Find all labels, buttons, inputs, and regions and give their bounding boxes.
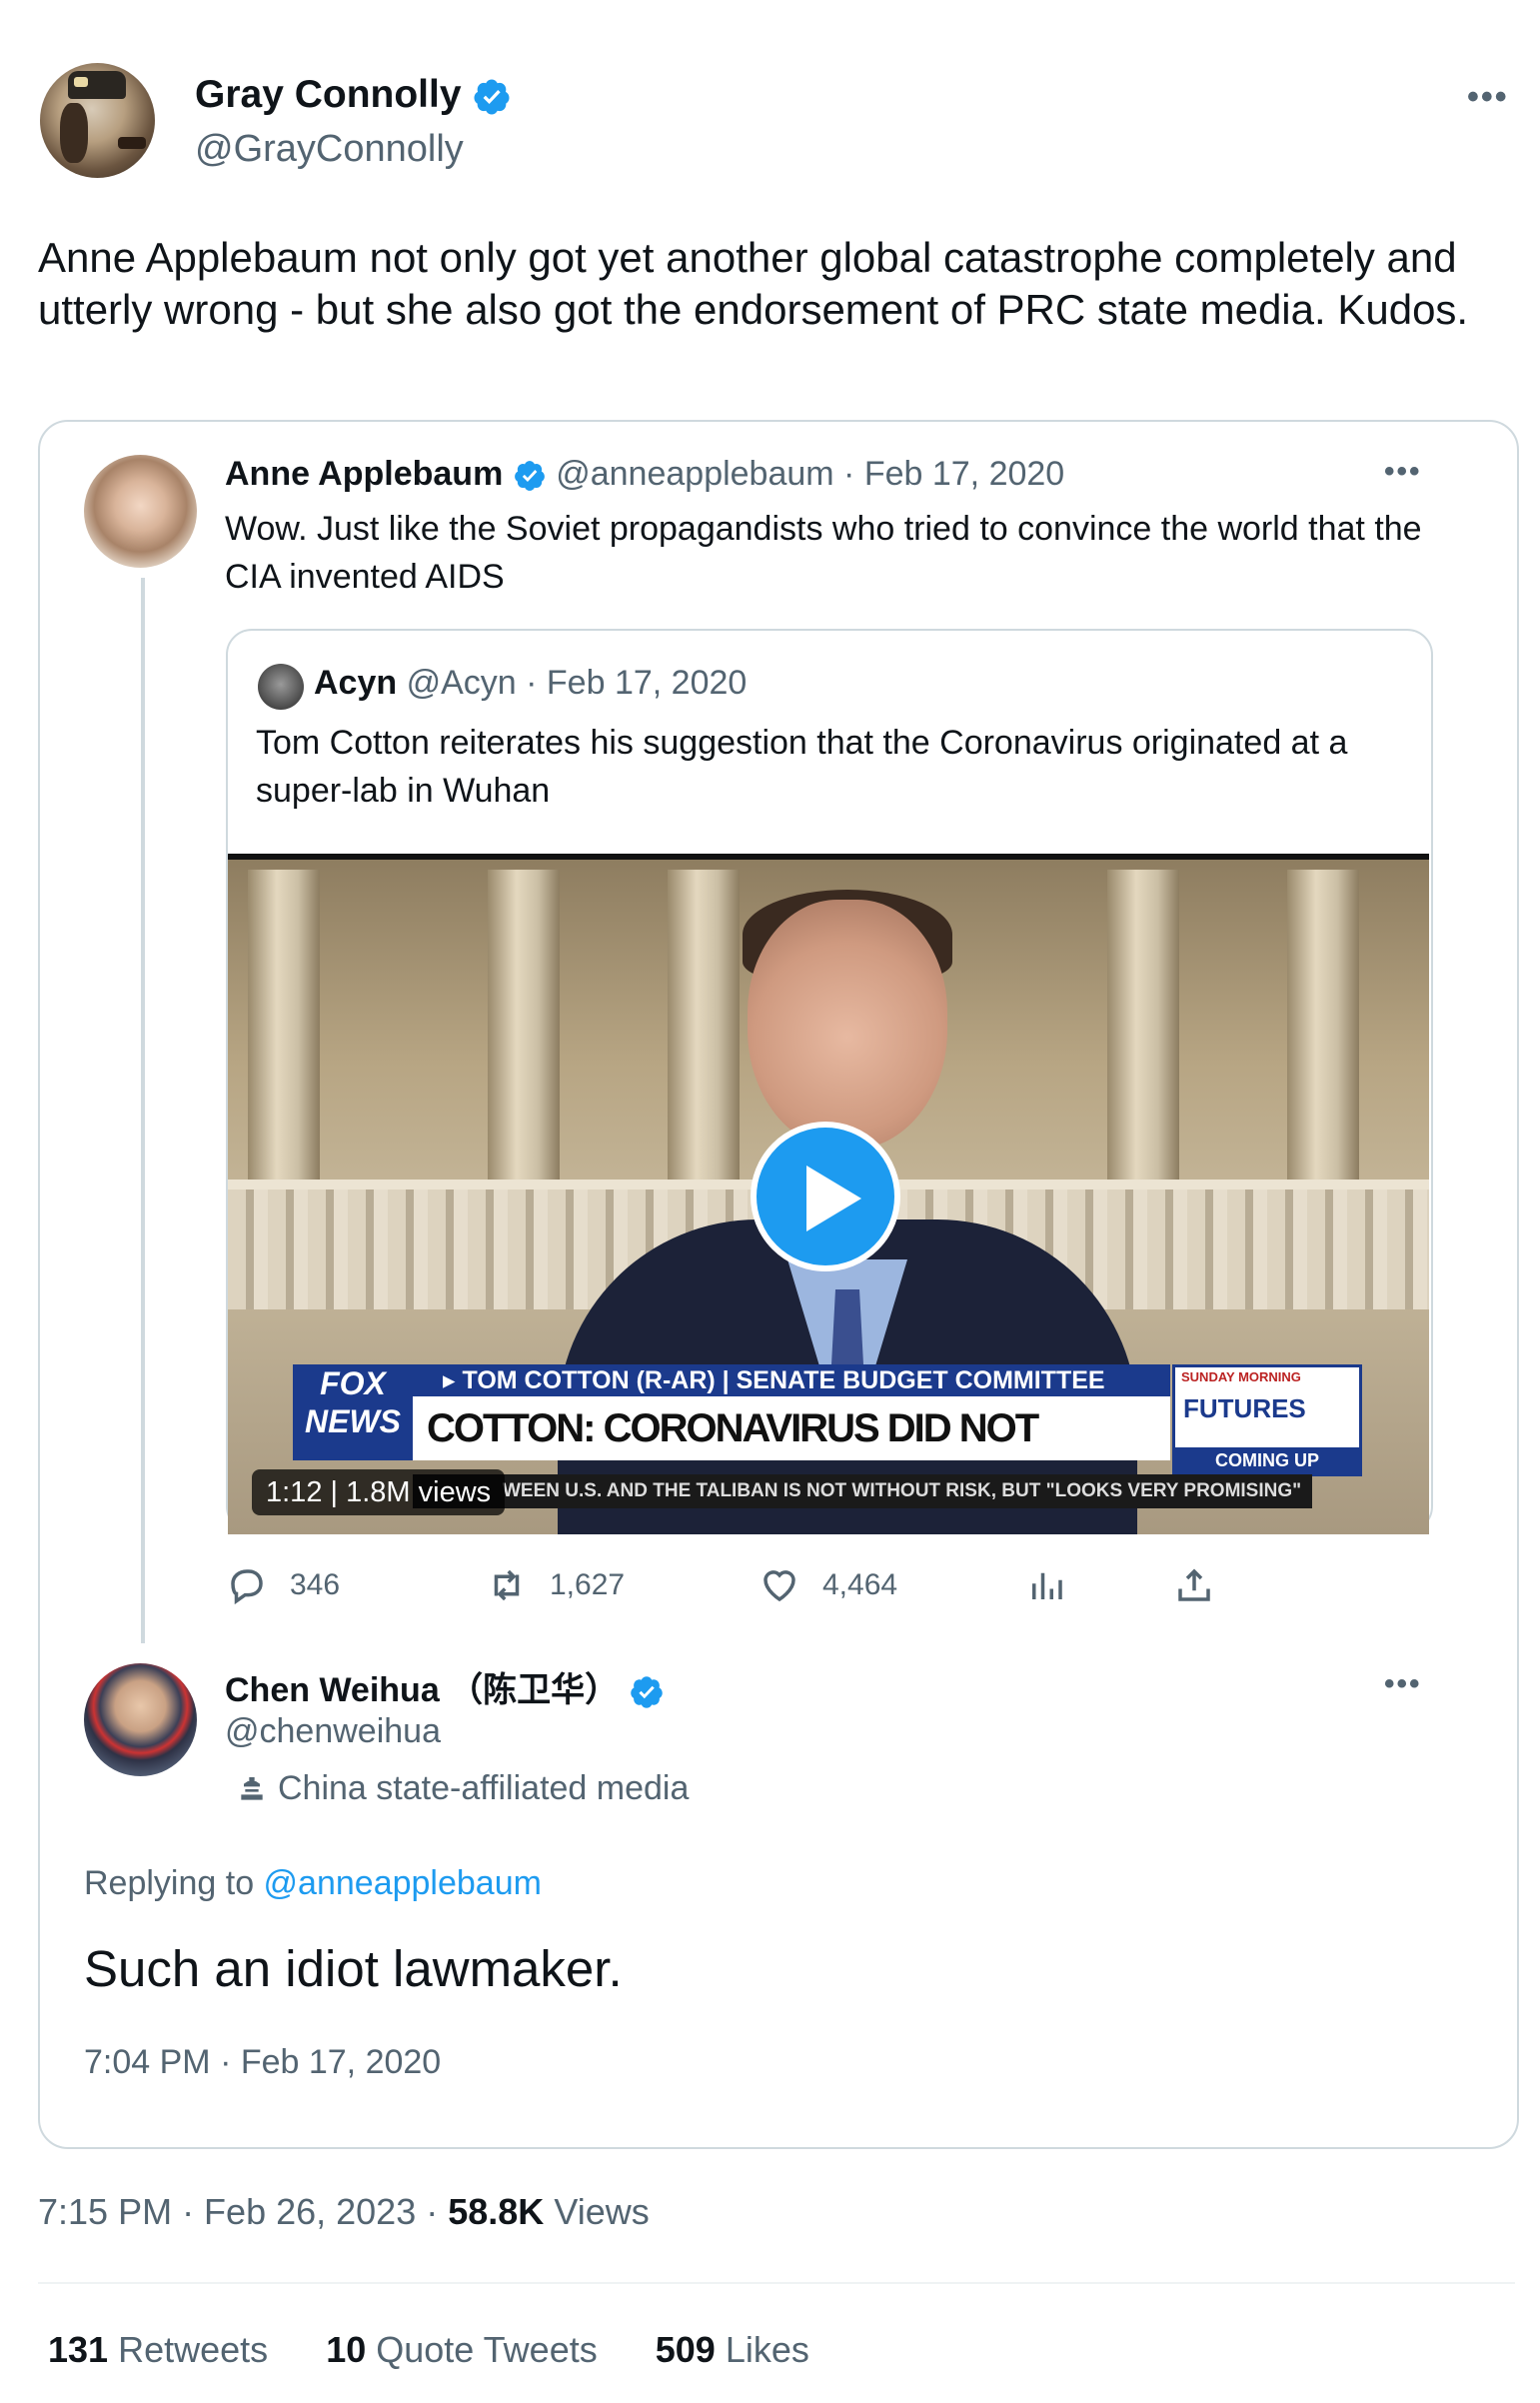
- chen-name-row[interactable]: Chen Weihua （陈卫华）: [225, 1662, 665, 1711]
- share-button[interactable]: [1173, 1564, 1215, 1606]
- tweet-text: Anne Applebaum not only got yet another …: [38, 234, 1469, 333]
- video-player[interactable]: FOX NEWS ▸ TOM COTTON (R-AR) | SENATE BU…: [228, 854, 1429, 1534]
- author-avatar[interactable]: [40, 63, 155, 178]
- chen-handle[interactable]: @chenweihua: [225, 1712, 441, 1751]
- chen-name[interactable]: Chen Weihua （陈卫华）: [225, 1671, 619, 1709]
- thread-connector: [141, 578, 145, 1643]
- replying-to: Replying to @anneapplebaum: [84, 1864, 542, 1902]
- chen-text: Such an idiot lawmaker.: [84, 1940, 623, 1997]
- chen-timestamp[interactable]: 7:04 PM · Feb 17, 2020: [84, 2043, 441, 2082]
- verified-badge-icon: [630, 1676, 663, 1708]
- applebaum-header[interactable]: Anne Applebaum @anneapplebaum · Feb 17, …: [225, 455, 1064, 494]
- retweet-icon: [494, 1569, 520, 1601]
- applebaum-text: Wow. Just like the Soviet propagandists …: [225, 510, 1422, 596]
- divider: [38, 2282, 1515, 2284]
- more-options-icon[interactable]: •••: [1384, 1667, 1422, 1701]
- acyn-meta[interactable]: @Acyn · Feb 17, 2020: [407, 664, 748, 702]
- analytics-icon: [1032, 1572, 1062, 1599]
- author-handle[interactable]: @GrayConnolly: [195, 128, 464, 171]
- tweet-actions: 346 1,627 4,464: [226, 1564, 1225, 1614]
- chen-avatar[interactable]: [84, 1663, 197, 1776]
- views-count: 58.8K: [448, 2191, 545, 2232]
- applebaum-meta[interactable]: @anneapplebaum · Feb 17, 2020: [556, 455, 1064, 493]
- retweets-stat[interactable]: 131 Retweets: [48, 2329, 268, 2370]
- video-duration-badge: 1:12 | 1.8M views: [252, 1469, 506, 1515]
- more-options-icon[interactable]: •••: [1467, 78, 1509, 117]
- chyron-main: COTTON: CORONAVIRUS DID NOT ORIGINATE IN…: [413, 1396, 1170, 1514]
- analytics-button[interactable]: [1025, 1564, 1067, 1606]
- applebaum-avatar[interactable]: [84, 455, 197, 568]
- share-icon: [1178, 1568, 1210, 1601]
- applebaum-name[interactable]: Anne Applebaum: [225, 455, 503, 493]
- views-label: Views: [554, 2191, 650, 2232]
- news-ticker: WEEN U.S. AND THE TALIBAN IS NOT WITHOUT…: [413, 1474, 1312, 1508]
- like-button[interactable]: 4,464: [759, 1564, 897, 1606]
- state-media-label[interactable]: China state-affiliated media: [236, 1769, 689, 1808]
- author-name[interactable]: Gray Connolly: [195, 73, 462, 116]
- reply-button[interactable]: 346: [226, 1564, 340, 1606]
- replying-to-link[interactable]: @anneapplebaum: [264, 1864, 542, 1902]
- podium-icon: [241, 1776, 263, 1800]
- tweet-timestamp: 7:15 PM · Feb 26, 2023 · 58.8K Views: [38, 2191, 650, 2233]
- verified-badge-icon: [514, 461, 545, 491]
- chyron-top: ▸ TOM COTTON (R-AR) | SENATE BUDGET COMM…: [413, 1364, 1170, 1396]
- acyn-header[interactable]: Acyn @Acyn · Feb 17, 2020: [314, 664, 747, 703]
- play-icon[interactable]: [806, 1166, 861, 1231]
- fox-news-logo: FOX NEWS: [293, 1364, 413, 1460]
- heart-icon: [764, 1570, 795, 1602]
- promo-box: SUNDAY MORNING FUTURES COMING UP: [1172, 1364, 1362, 1476]
- verified-badge-icon: [474, 79, 510, 115]
- likes-stat[interactable]: 509 Likes: [656, 2329, 809, 2370]
- quote-tweets-stat[interactable]: 10 Quote Tweets: [326, 2329, 598, 2370]
- acyn-avatar[interactable]: [258, 664, 304, 710]
- more-options-icon[interactable]: •••: [1384, 455, 1422, 489]
- engagement-stats: 131 Retweets 10 Quote Tweets 509 Likes: [48, 2329, 809, 2371]
- retweet-button[interactable]: 1,627: [486, 1564, 625, 1606]
- acyn-text: Tom Cotton reiterates his suggestion tha…: [256, 724, 1348, 810]
- reply-icon: [231, 1569, 263, 1605]
- acyn-name[interactable]: Acyn: [314, 664, 397, 702]
- timestamp-text[interactable]: 7:15 PM · Feb 26, 2023 ·: [38, 2191, 448, 2232]
- author-name-row[interactable]: Gray Connolly: [195, 73, 512, 117]
